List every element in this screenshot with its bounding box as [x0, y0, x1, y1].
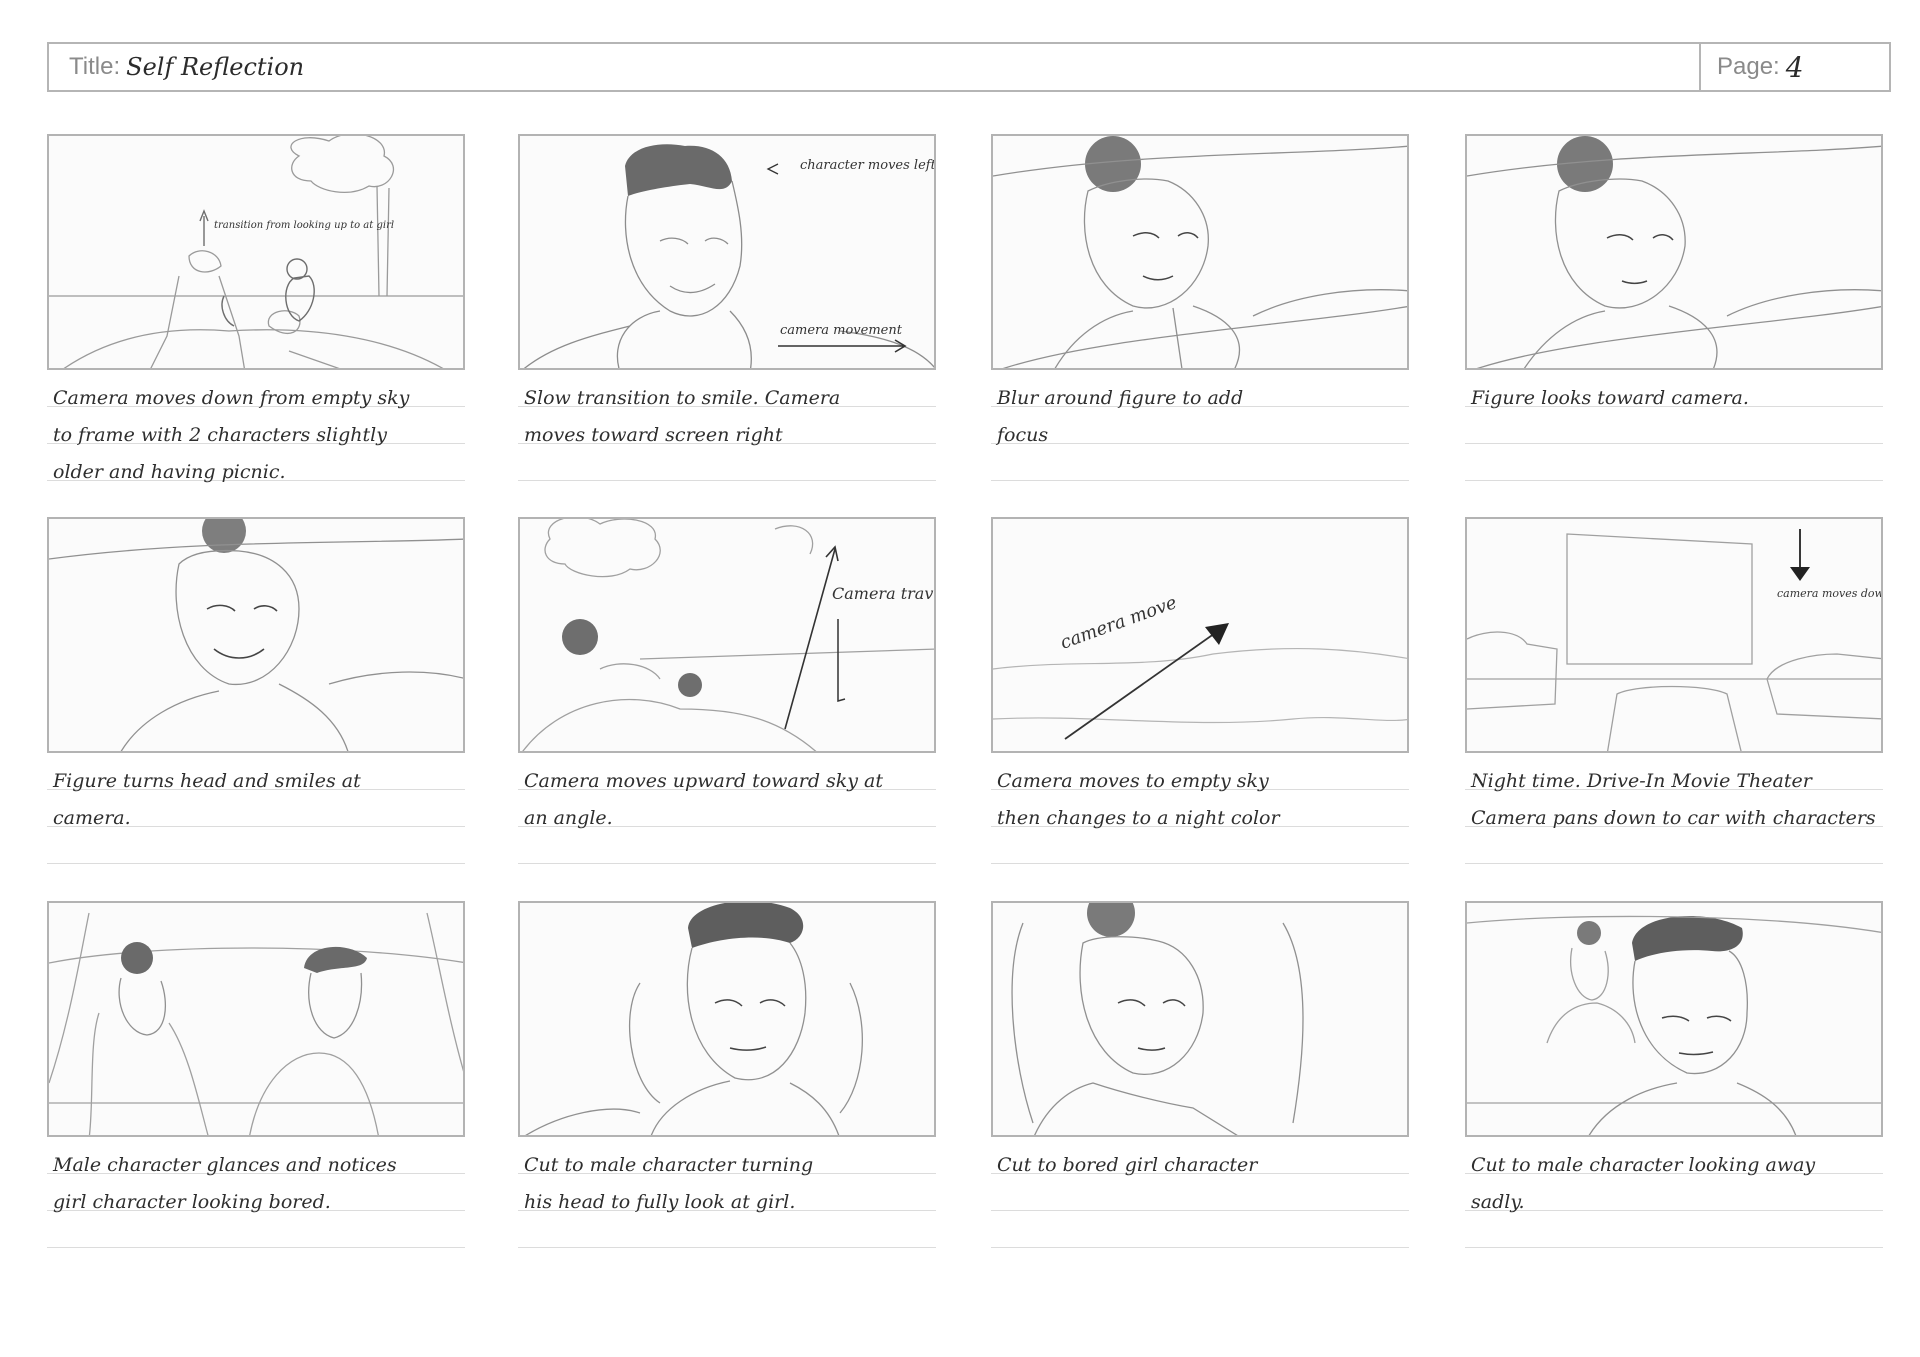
storyboard-panel-1: transition from looking up to at girl Ca…	[47, 134, 465, 483]
panel-8-caption-area: Night time. Drive-In Movie Theater Camer…	[1465, 753, 1883, 865]
title-value: Self Reflection	[126, 53, 305, 81]
page-label: Page:	[1717, 53, 1780, 80]
storyboard-panel-9: Male character glances and notices girl …	[47, 901, 465, 1249]
camera-move-note: camera move	[1058, 592, 1180, 654]
panel-4-caption: Figure looks toward camera.	[1471, 387, 1749, 409]
title-label: Title:	[69, 53, 121, 80]
panel-5-sketch	[47, 517, 465, 753]
storyboard-panel-8: camera moves down from dark sky Night ti…	[1465, 517, 1883, 865]
lying-characters-sketch: Camera travels up	[522, 519, 936, 751]
panel-11-caption-area: Cut to bored girl character	[991, 1137, 1409, 1249]
car-interior-sketch	[49, 912, 463, 1135]
storyboard-panel-11: Cut to bored girl character	[991, 901, 1409, 1249]
panel-7-sketch: camera move	[991, 517, 1409, 753]
panel-2-sketch: character moves left from camera right c…	[518, 134, 936, 370]
panel-5-caption-area: Figure turns head and smiles at camera.	[47, 753, 465, 865]
empty-sky-sketch: camera move	[993, 592, 1407, 740]
panel-4-sketch	[1465, 134, 1883, 370]
girl-smiling-sketch	[49, 519, 463, 751]
panel-4-caption-area: Figure looks toward camera.	[1465, 370, 1883, 482]
storyboard-panel-2: character moves left from camera right c…	[518, 134, 936, 482]
picnic-sketch: transition from looking up to at girl	[49, 136, 463, 368]
panel-10-sketch	[518, 901, 936, 1137]
page-field: Page: 4	[1699, 44, 1889, 90]
panel-9-caption: Male character glances and notices girl …	[53, 1154, 397, 1213]
movement-note: character moves left from camera right	[800, 158, 936, 173]
panel-6-caption-area: Camera moves upward toward sky at an ang…	[518, 753, 936, 865]
drive-in-theater-sketch: camera moves down from dark sky	[1467, 529, 1883, 751]
camera-movement-label: camera movement	[780, 323, 903, 338]
transition-note: transition from looking up to at girl	[214, 220, 394, 231]
panel-12-caption: Cut to male character looking away sadly…	[1471, 1154, 1816, 1213]
panel-9-caption-area: Male character glances and notices girl …	[47, 1137, 465, 1249]
panel-2-caption: Slow transition to smile. Camera moves t…	[524, 387, 841, 446]
storyboard-panel-10: Cut to male character turning his head t…	[518, 901, 936, 1249]
panel-11-caption: Cut to bored girl character	[997, 1154, 1258, 1176]
panel-1-sketch: transition from looking up to at girl	[47, 134, 465, 370]
panel-11-sketch	[991, 901, 1409, 1137]
panel-6-caption: Camera moves upward toward sky at an ang…	[524, 770, 884, 829]
storyboard-header: Title: Self Reflection Page: 4	[47, 42, 1891, 92]
storyboard-panel-5: Figure turns head and smiles at camera.	[47, 517, 465, 865]
panel-5-caption: Figure turns head and smiles at camera.	[53, 770, 361, 829]
panel-1-caption-area: Camera moves down from empty sky to fram…	[47, 370, 465, 483]
girl-bun-sketch	[993, 136, 1407, 368]
panel-8-sketch: camera moves down from dark sky	[1465, 517, 1883, 753]
panel-10-caption-area: Cut to male character turning his head t…	[518, 1137, 936, 1249]
storyboard-panel-7: camera move Camera moves to empty sky th…	[991, 517, 1409, 865]
panel-10-caption: Cut to male character turning his head t…	[524, 1154, 814, 1213]
storyboard-panel-12: Cut to male character looking away sadly…	[1465, 901, 1883, 1249]
male-turning-sketch	[525, 903, 863, 1135]
panel-3-sketch	[991, 134, 1409, 370]
storyboard-panel-6: Camera travels up Camera moves upward to…	[518, 517, 936, 865]
panel-12-caption-area: Cut to male character looking away sadly…	[1465, 1137, 1883, 1249]
panel-12-sketch	[1465, 901, 1883, 1137]
panel-9-sketch	[47, 901, 465, 1137]
panel-3-caption-area: Blur around figure to add focus	[991, 370, 1409, 482]
girl-looking-sketch	[1467, 136, 1881, 368]
panel-1-caption: Camera moves down from empty sky to fram…	[53, 387, 410, 483]
bored-girl-sketch	[1011, 903, 1304, 1135]
panel-7-caption-area: Camera moves to empty sky then changes t…	[991, 753, 1409, 865]
camera-moves-down-note: camera moves down from dark sky	[1777, 587, 1883, 600]
storyboard-panel-3: Blur around figure to add focus	[991, 134, 1409, 482]
panel-7-caption: Camera moves to empty sky then changes t…	[997, 770, 1280, 829]
page-number: 4	[1785, 50, 1804, 84]
panel-6-sketch: Camera travels up	[518, 517, 936, 753]
title-field: Title: Self Reflection	[49, 44, 1699, 90]
camera-travels-up-note: Camera travels up	[832, 584, 936, 603]
panel-3-caption: Blur around figure to add focus	[997, 387, 1244, 446]
storyboard-panel-4: Figure looks toward camera.	[1465, 134, 1883, 482]
panel-8-caption: Night time. Drive-In Movie Theater Camer…	[1471, 770, 1876, 829]
panel-2-caption-area: Slow transition to smile. Camera moves t…	[518, 370, 936, 482]
male-closeup-sketch: character moves left from camera right c…	[523, 144, 936, 368]
male-looking-away-sketch	[1467, 915, 1881, 1135]
